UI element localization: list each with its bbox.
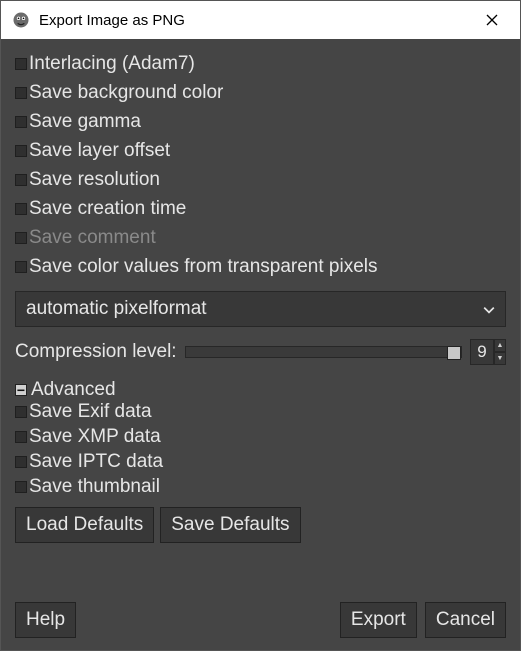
minus-icon[interactable]: − [15,384,27,396]
help-button[interactable]: Help [15,602,76,638]
check-save-ctime[interactable]: Save creation time [15,198,506,220]
checkbox-icon[interactable] [15,174,27,186]
pixelformat-value: automatic pixelformat [26,298,483,320]
checkbox-icon[interactable] [15,481,27,493]
save-defaults-button[interactable]: Save Defaults [160,507,300,543]
checkbox-icon[interactable] [15,406,27,418]
check-label: Save layer offset [29,140,170,162]
check-label: Save creation time [29,198,186,220]
check-label: Save color values from transparent pixel… [29,256,378,278]
check-exif[interactable]: Save Exif data [15,401,506,423]
check-save-gamma[interactable]: Save gamma [15,111,506,133]
check-save-resolution[interactable]: Save resolution [15,169,506,191]
check-label: Save thumbnail [29,476,160,498]
checkbox-icon[interactable] [15,58,27,70]
checkbox-icon[interactable] [15,145,27,157]
check-label: Save Exif data [29,401,152,423]
check-save-layer-offset[interactable]: Save layer offset [15,140,506,162]
check-label: Save gamma [29,111,141,133]
check-label: Save XMP data [29,426,161,448]
check-label: Save comment [29,227,156,249]
app-icon [11,10,31,30]
check-label: Save background color [29,82,223,104]
check-xmp[interactable]: Save XMP data [15,426,506,448]
check-label: Save resolution [29,169,160,191]
export-button[interactable]: Export [340,602,417,638]
checkbox-icon[interactable] [15,116,27,128]
checkbox-icon[interactable] [15,261,27,273]
compression-row: Compression level: 9 ▲ ▼ [15,339,506,365]
checkbox-icon[interactable] [15,456,27,468]
check-save-color-trans[interactable]: Save color values from transparent pixel… [15,256,506,278]
chevron-down-icon [483,302,495,317]
compression-value[interactable]: 9 [470,339,494,365]
pixelformat-select[interactable]: automatic pixelformat [15,291,506,327]
check-save-bg[interactable]: Save background color [15,82,506,104]
compression-label: Compression level: [15,341,177,363]
checkbox-icon[interactable] [15,203,27,215]
compression-slider[interactable] [185,346,462,358]
load-defaults-button[interactable]: Load Defaults [15,507,154,543]
check-thumb[interactable]: Save thumbnail [15,476,506,498]
spin-up-icon[interactable]: ▲ [494,339,506,352]
checkbox-icon[interactable] [15,87,27,99]
cancel-button[interactable]: Cancel [425,602,506,638]
checkbox-icon [15,232,27,244]
advanced-label: Advanced [31,379,116,401]
spin-down-icon[interactable]: ▼ [494,352,506,365]
titlebar: Export Image as PNG [1,1,520,39]
check-label: Interlacing (Adam7) [29,53,195,75]
client-area: Interlacing (Adam7) Save background colo… [1,39,520,650]
slider-knob[interactable] [447,346,461,360]
check-interlacing[interactable]: Interlacing (Adam7) [15,53,506,75]
checkbox-icon[interactable] [15,431,27,443]
advanced-expander[interactable]: − Advanced [15,379,506,401]
check-save-comment: Save comment [15,227,506,249]
window-title: Export Image as PNG [39,12,472,29]
check-iptc[interactable]: Save IPTC data [15,451,506,473]
export-png-dialog: Export Image as PNG Interlacing (Adam7) … [0,0,521,651]
close-icon[interactable] [472,1,512,39]
compression-spin[interactable]: 9 ▲ ▼ [470,339,506,365]
check-label: Save IPTC data [29,451,163,473]
